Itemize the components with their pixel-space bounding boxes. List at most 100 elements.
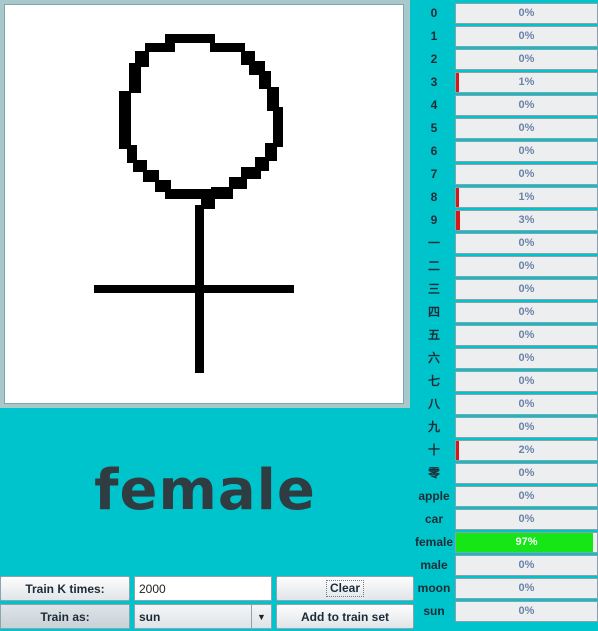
result-percent-text: 0% xyxy=(518,306,535,318)
result-progress-bar: 0% xyxy=(455,26,598,47)
result-class-label: 4 xyxy=(430,98,438,112)
result-row: 6 0% xyxy=(414,141,598,162)
result-progress-bar: 0% xyxy=(455,417,598,438)
result-class-label: 五 xyxy=(427,328,440,342)
result-progress-bar: 3% xyxy=(455,210,598,231)
result-row: 零 0% xyxy=(414,463,598,484)
train-as-value: sun xyxy=(139,610,161,624)
result-percent-text: 0% xyxy=(518,421,535,433)
result-class-label: 9 xyxy=(430,213,438,227)
result-row: female 97% xyxy=(414,532,598,553)
result-class-label: 三 xyxy=(427,282,440,296)
result-percent-text: 0% xyxy=(518,605,535,617)
female-symbol-drawing xyxy=(94,34,294,373)
result-class-label: car xyxy=(424,512,444,526)
drawing-canvas[interactable] xyxy=(4,4,404,404)
result-row: 一 0% xyxy=(414,233,598,254)
result-progress-bar: 0% xyxy=(455,95,598,116)
result-percent-text: 97% xyxy=(515,536,538,548)
result-percent-text: 0% xyxy=(518,260,535,272)
train-k-times-input[interactable]: 2000 xyxy=(134,576,272,601)
result-class-label: 七 xyxy=(427,374,440,388)
result-progress-bar: 0% xyxy=(455,348,598,369)
train-k-times-label: Train K times: xyxy=(25,581,105,596)
result-progress-bar: 0% xyxy=(455,578,598,599)
result-class-label: 四 xyxy=(427,305,440,319)
result-class-label: 零 xyxy=(427,466,440,480)
result-class-label: 6 xyxy=(430,144,438,158)
prediction-label: female xyxy=(94,458,316,523)
result-progress-bar: 1% xyxy=(455,72,598,93)
result-percent-text: 0% xyxy=(518,168,535,180)
chevron-down-icon[interactable]: ▼ xyxy=(251,605,271,628)
result-class-label: sun xyxy=(423,604,445,618)
result-progress-bar: 2% xyxy=(455,440,598,461)
result-class-label: 2 xyxy=(430,52,438,66)
result-progress-bar: 0% xyxy=(455,164,598,185)
result-class-label: 3 xyxy=(430,75,438,89)
result-class-label: 十 xyxy=(427,443,440,457)
result-percent-text: 0% xyxy=(518,513,535,525)
result-progress-bar: 0% xyxy=(455,302,598,323)
result-class-label: moon xyxy=(417,581,451,595)
result-row: sun 0% xyxy=(414,601,598,622)
result-progress-bar: 0% xyxy=(455,601,598,622)
result-class-label: apple xyxy=(418,489,450,503)
add-to-train-set-label: Add to train set xyxy=(300,609,389,624)
result-percent-text: 1% xyxy=(518,191,535,203)
canvas-frame xyxy=(0,0,410,408)
result-row: 4 0% xyxy=(414,95,598,116)
result-row: 5 0% xyxy=(414,118,598,139)
result-progress-bar: 1% xyxy=(455,187,598,208)
result-class-label: 8 xyxy=(430,190,438,204)
result-progress-bar: 0% xyxy=(455,3,598,24)
result-row: 7 0% xyxy=(414,164,598,185)
clear-button[interactable]: Clear xyxy=(276,576,414,601)
result-percent-text: 0% xyxy=(518,329,535,341)
result-row: 三 0% xyxy=(414,279,598,300)
result-percent-text: 0% xyxy=(518,145,535,157)
train-k-times-button[interactable]: Train K times: xyxy=(0,576,130,601)
result-class-label: 7 xyxy=(430,167,438,181)
result-row: 七 0% xyxy=(414,371,598,392)
result-class-label: 九 xyxy=(427,420,440,434)
result-progress-bar: 0% xyxy=(455,486,598,507)
result-row: male 0% xyxy=(414,555,598,576)
result-row: 五 0% xyxy=(414,325,598,346)
result-progress-bar: 0% xyxy=(455,279,598,300)
result-progress-bar: 0% xyxy=(455,325,598,346)
result-class-label: 二 xyxy=(427,259,440,273)
result-percent-text: 0% xyxy=(518,582,535,594)
result-row: 0 0% xyxy=(414,3,598,24)
result-row: 四 0% xyxy=(414,302,598,323)
train-as-label: Train as: xyxy=(0,604,130,629)
result-class-label: 1 xyxy=(430,29,438,43)
result-class-label: 六 xyxy=(427,351,440,365)
clear-button-label: Clear xyxy=(325,580,365,597)
result-progress-bar: 0% xyxy=(455,256,598,277)
result-class-label: 5 xyxy=(430,121,438,135)
result-row: 3 1% xyxy=(414,72,598,93)
train-as-select[interactable]: sun ▼ xyxy=(134,604,272,629)
result-progress-bar: 0% xyxy=(455,463,598,484)
result-row: 2 0% xyxy=(414,49,598,70)
result-percent-text: 0% xyxy=(518,237,535,249)
result-row: 八 0% xyxy=(414,394,598,415)
result-percent-text: 3% xyxy=(518,214,535,226)
result-percent-text: 0% xyxy=(518,99,535,111)
result-row: 六 0% xyxy=(414,348,598,369)
result-class-label: 一 xyxy=(427,236,440,250)
result-row: car 0% xyxy=(414,509,598,530)
result-percent-text: 2% xyxy=(518,444,535,456)
result-progress-bar: 0% xyxy=(455,141,598,162)
result-class-label: 0 xyxy=(430,6,438,20)
result-percent-text: 0% xyxy=(518,53,535,65)
add-to-train-set-button[interactable]: Add to train set xyxy=(276,604,414,629)
result-class-label: female xyxy=(414,535,454,549)
result-class-label: 八 xyxy=(427,397,440,411)
result-percent-text: 0% xyxy=(518,467,535,479)
result-class-label: male xyxy=(420,558,448,572)
result-row: 二 0% xyxy=(414,256,598,277)
result-row: 1 0% xyxy=(414,26,598,47)
result-percent-text: 0% xyxy=(518,283,535,295)
